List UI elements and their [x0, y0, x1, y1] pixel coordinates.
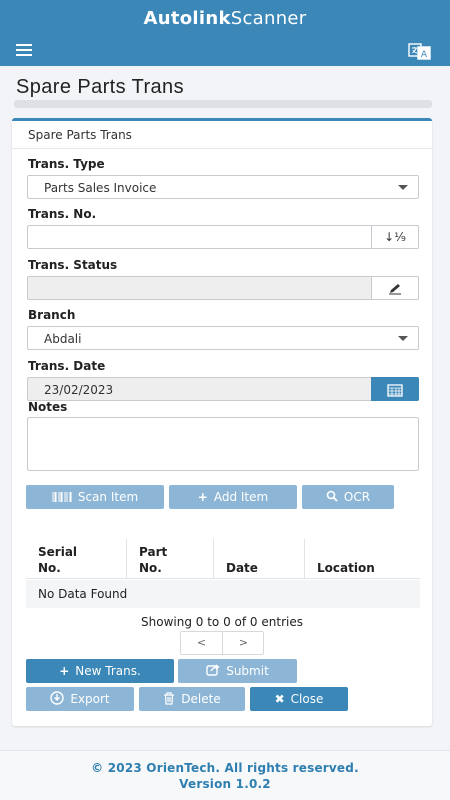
branch-value: Abdali: [44, 332, 82, 346]
barcode-icon: [52, 485, 72, 509]
branch-label: Branch: [28, 308, 76, 322]
trash-icon: [163, 687, 175, 711]
trans-date-field[interactable]: 23/02/2023: [27, 377, 419, 401]
delete-button[interactable]: Delete: [139, 687, 245, 711]
trans-no-label: Trans. No.: [28, 207, 97, 221]
plus-icon: +: [59, 664, 70, 678]
footer: © 2023 OrienTech. All rights reserved. V…: [0, 750, 450, 800]
add-item-label: Add Item: [213, 490, 269, 504]
close-label: Close: [290, 692, 324, 706]
prev-page-button[interactable]: <: [181, 632, 222, 654]
app-title-rest: Scanner: [230, 8, 307, 29]
share-icon: [206, 659, 220, 683]
chevron-down-icon: [398, 336, 408, 341]
close-button[interactable]: ✖ Close: [250, 687, 348, 711]
pencil-icon[interactable]: [371, 276, 419, 300]
scan-item-label: Scan Item: [77, 490, 139, 504]
next-page-button[interactable]: >: [223, 632, 264, 654]
submit-label: Submit: [226, 664, 269, 678]
submit-button[interactable]: Submit: [178, 659, 297, 683]
trans-status-field: [27, 276, 419, 300]
translate-icon[interactable]: A: [408, 42, 432, 60]
column-header-location[interactable]: Location: [305, 539, 420, 579]
delete-label: Delete: [181, 692, 221, 706]
notes-label: Notes: [28, 400, 68, 414]
calendar-icon[interactable]: [371, 377, 419, 401]
title-divider: [14, 100, 432, 108]
column-header-part[interactable]: Part No.: [127, 539, 214, 579]
hamburger-menu-icon[interactable]: [16, 44, 32, 56]
card-header-label: Spare Parts Trans: [28, 128, 132, 142]
trans-no-input[interactable]: ↓¹⁄₉: [27, 225, 419, 249]
version-text: Version 1.0.2: [179, 777, 271, 791]
svg-text:A: A: [421, 50, 428, 60]
sort-numeric-icon[interactable]: ↓¹⁄₉: [371, 225, 419, 249]
ocr-button[interactable]: OCR: [302, 485, 394, 509]
branch-select[interactable]: Abdali: [27, 326, 419, 350]
app-title: AutolinkScanner: [0, 8, 450, 29]
trans-type-label: Trans. Type: [28, 157, 105, 171]
column-header-serial[interactable]: Serial No.: [26, 539, 127, 579]
trans-type-select[interactable]: Parts Sales Invoice: [27, 175, 419, 199]
export-label: Export: [70, 692, 110, 706]
search-icon: [326, 485, 338, 509]
new-trans-label: New Trans.: [75, 664, 141, 678]
download-icon: [50, 687, 65, 711]
app-bar: AutolinkScanner A: [0, 0, 450, 66]
column-header-date[interactable]: Date: [214, 539, 305, 579]
notes-textarea[interactable]: [27, 417, 419, 471]
app-title-bold: Autolink: [143, 8, 231, 29]
trans-type-value: Parts Sales Invoice: [44, 181, 157, 195]
page-title: Spare Parts Trans: [16, 76, 184, 98]
pagination: < >: [180, 631, 264, 655]
empty-message: No Data Found: [38, 587, 128, 601]
page-content: Spare Parts Trans Spare Parts Trans Tran…: [0, 66, 450, 750]
scan-item-button[interactable]: Scan Item: [26, 485, 164, 509]
new-trans-button[interactable]: + New Trans.: [26, 659, 174, 683]
add-item-button[interactable]: + Add Item: [169, 485, 297, 509]
pagination-info: Showing 0 to 0 of 0 entries: [141, 615, 303, 629]
card-header: Spare Parts Trans: [12, 121, 432, 149]
trans-card: Spare Parts Trans Trans. Type Parts Sale…: [12, 118, 432, 726]
chevron-down-icon: [398, 185, 408, 190]
trans-status-label: Trans. Status: [28, 258, 118, 272]
ocr-label: OCR: [343, 490, 371, 504]
close-icon: ✖: [274, 692, 285, 706]
trans-date-value: 23/02/2023: [44, 383, 114, 397]
copyright-text: © 2023 OrienTech. All rights reserved.: [91, 761, 359, 775]
plus-icon: +: [197, 490, 208, 504]
export-button[interactable]: Export: [26, 687, 134, 711]
table-header-row: Serial No. Part No. Date Location: [26, 539, 420, 579]
trans-date-label: Trans. Date: [28, 359, 106, 373]
table-row: No Data Found: [26, 580, 420, 608]
